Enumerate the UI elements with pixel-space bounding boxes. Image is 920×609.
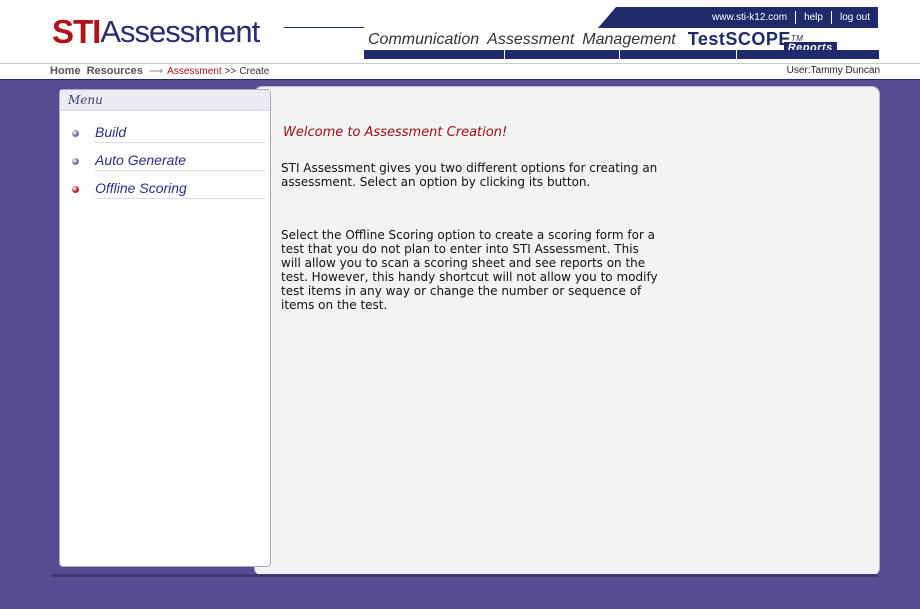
breadcrumb-create: Create	[239, 66, 270, 77]
nav-testscope-reports[interactable]: TestSCOPETM Reports	[687, 29, 837, 54]
content-panel: Welcome to Assessment Creation! STI Asse…	[254, 86, 880, 576]
bullet-icon	[72, 129, 79, 137]
sidebar-item-build[interactable]: Build	[72, 119, 270, 147]
nav-communication[interactable]: Communication	[364, 31, 483, 49]
breadcrumb: Home Resources ⟶ Assessment >> Create User:Ta…	[50, 65, 880, 77]
main-nav: Communication Assessment Management Test…	[364, 29, 879, 54]
breadcrumb-resources[interactable]: Resources	[87, 65, 143, 77]
sidebar-item-auto-generate[interactable]: Auto Generate	[72, 147, 270, 175]
nav-underline-bar	[364, 50, 879, 59]
sidebar-item-label[interactable]: Offline Scoring	[95, 180, 265, 199]
breadcrumb-home[interactable]: Home	[50, 65, 81, 77]
panel-shadow	[52, 574, 878, 577]
sidebar-item-label[interactable]: Build	[95, 124, 265, 143]
sidebar-item-label[interactable]: Auto Generate	[95, 152, 265, 171]
nav-assessment[interactable]: Assessment	[483, 31, 578, 49]
website-link[interactable]: www.sti-k12.com	[704, 12, 795, 23]
offline-scoring-paragraph: Select the Offline Scoring option to cre…	[281, 228, 658, 312]
page-title: Welcome to Assessment Creation!	[283, 125, 508, 140]
breadcrumb-top-rule	[0, 63, 920, 64]
testscope-name: TestSCOPE	[687, 29, 791, 49]
nav-bar-divider	[736, 50, 737, 59]
top-links-bar: www.sti-k12.com help log out	[598, 7, 878, 28]
breadcrumb-arrow-icon: ⟶	[148, 66, 164, 77]
help-link[interactable]: help	[796, 12, 831, 23]
nav-bar-divider	[619, 50, 620, 59]
header: STI Assessment www.sti-k12.com help log o…	[0, 0, 920, 80]
nav-bar-divider	[504, 50, 505, 59]
bullet-icon	[72, 157, 79, 165]
user-label: User:Tammy Duncan	[786, 65, 880, 76]
logo-underline	[284, 27, 364, 28]
menu-title: Menu	[60, 90, 270, 111]
sidebar-item-offline-scoring[interactable]: Offline Scoring	[72, 175, 270, 203]
breadcrumb-assessment[interactable]: Assessment	[167, 66, 221, 77]
sidebar-menu: Menu Build Auto Generate Offline Scoring	[59, 89, 271, 567]
logo-assessment: Assessment	[100, 14, 260, 49]
bullet-icon	[72, 185, 79, 193]
breadcrumb-separator: >>	[224, 66, 237, 77]
log-out-link[interactable]: log out	[832, 12, 878, 23]
logo-sti: STI	[52, 13, 101, 50]
nav-management[interactable]: Management	[578, 31, 679, 49]
intro-paragraph: STI Assessment gives you two different o…	[281, 161, 658, 189]
sti-assessment-logo[interactable]: STI Assessment	[52, 13, 260, 50]
